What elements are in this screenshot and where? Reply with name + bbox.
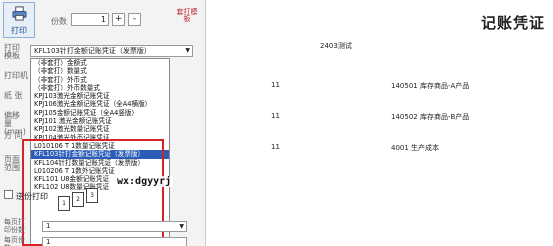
chevron-down-icon: ▼ [185, 47, 190, 54]
reverse-print-label: 逆份打印 [16, 192, 48, 201]
copies-input[interactable]: 1 [71, 13, 109, 26]
template-select[interactable]: KFL103针打金额记账凭证（发票版） ▼ [30, 45, 193, 57]
document-preview: 记账凭证 2403测试 11 140501 库存商品-A产品 11 140502… [207, 0, 553, 246]
template-option[interactable]: （非套打）外币式 [31, 76, 169, 84]
template-option[interactable]: L010106 T 1数量记账凭证 [31, 142, 169, 150]
per-page-select-value: 1 [46, 222, 51, 230]
sheet-icon: 3 [86, 188, 98, 203]
template-option[interactable]: KPJ104激光外币记账凭证 [31, 134, 169, 142]
reverse-print-checkbox[interactable] [4, 190, 13, 199]
document-title: 记账凭证 [480, 14, 545, 32]
watermark-text: wx:dgyyrj [115, 176, 174, 187]
template-option[interactable]: KPJ102激光数量记账凭证 [31, 125, 169, 133]
template-option[interactable]: KFL103针打金额记账凭证（发票版） [31, 150, 169, 159]
template-option[interactable]: KPJ103激光金额记账凭证 [31, 92, 169, 100]
template-option[interactable]: （非套打）数量式 [31, 67, 169, 75]
template-option[interactable]: KPJ101 激光金额记账凭证 [31, 117, 169, 125]
print-button-label: 打印 [11, 26, 27, 35]
per-page-select-value-2: 1 [46, 238, 51, 246]
sheet-icon: 2 [72, 192, 84, 207]
template-option[interactable]: KPJ105金额记账凭证（全A4竖版） [31, 109, 169, 117]
entry-account: 140502 库存商品-B产品 [391, 113, 470, 121]
template-option[interactable]: （非套打）金额式 [31, 59, 169, 67]
sheet-icon: 1 [58, 196, 70, 211]
per-page-row-2: 每页份数 1 [4, 236, 204, 246]
document-subtitle: 2403测试 [320, 42, 352, 50]
copies-minus-button[interactable]: - [128, 13, 141, 26]
entry-account: 140501 库存商品-A产品 [391, 82, 470, 90]
print-button[interactable]: 打印 [3, 2, 35, 38]
copies-plus-button[interactable]: + [112, 13, 125, 26]
printer-icon [12, 6, 27, 21]
template-select-value: KFL103针打金额记账凭证（发票版） [34, 47, 151, 55]
template-option[interactable]: KPJ106激光金额记账凭证（全A4横版） [31, 100, 169, 108]
per-page-label: 每页打印份数 [4, 218, 25, 234]
entry-col1: 11 [271, 81, 280, 89]
paper-label: 纸 张 [4, 91, 23, 100]
template-option[interactable]: （非套打）外币数量式 [31, 84, 169, 92]
collate-order-icons[interactable]: 1 2 3 [48, 188, 118, 214]
per-page-select-2[interactable]: 1 [42, 237, 187, 246]
template-label: 打印模板 [4, 43, 20, 60]
template-option[interactable]: L010206 T 1数外记账凭证 [31, 167, 169, 175]
copies-label: 份数 [51, 17, 67, 26]
entry-col1: 11 [271, 143, 280, 151]
printer-label: 打印机 [4, 71, 28, 80]
entry-account: 4001 生产成本 [391, 144, 440, 152]
direction-label: 方 向 [4, 131, 23, 140]
set-print-label[interactable]: 套打模板 [175, 9, 199, 23]
print-settings-panel: 打印 份数 1 + - 套打模板 打印模板 KFL103针打金额记账凭证（发票版… [0, 0, 206, 246]
template-option[interactable]: KFL104针打数量记账凭证（发票版） [31, 159, 169, 167]
per-page-label-2: 每页份数 [4, 236, 25, 246]
page-range-label: 页面范围 [4, 155, 20, 172]
per-page-select[interactable]: 1 ▼ [42, 221, 187, 232]
per-page-row: 每页打印份数 1 ▼ [4, 218, 204, 234]
entry-col1: 11 [271, 112, 280, 120]
chevron-down-icon: ▼ [179, 223, 184, 230]
